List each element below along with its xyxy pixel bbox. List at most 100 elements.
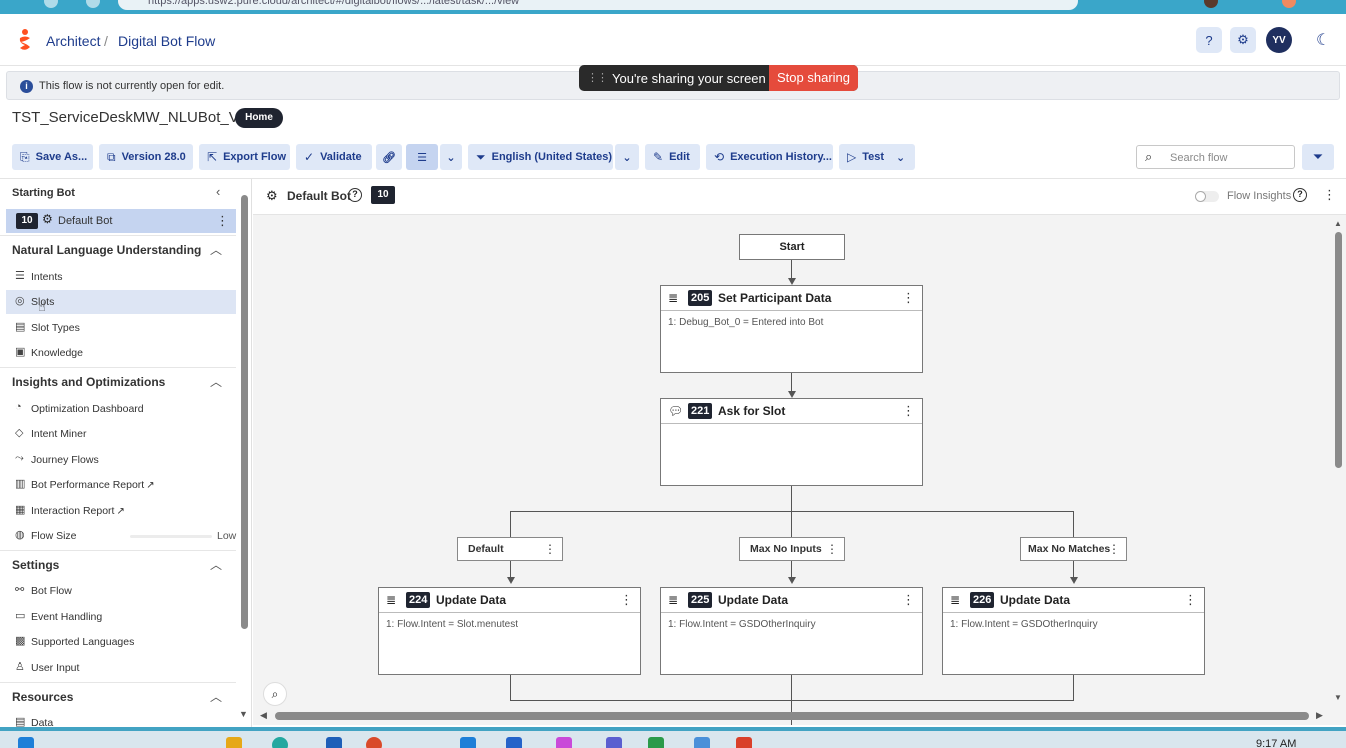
- stop-sharing-button[interactable]: Stop sharing: [769, 65, 858, 91]
- path-default[interactable]: Default ⋮: [457, 537, 563, 561]
- settings-button[interactable]: ⚙: [1230, 27, 1256, 53]
- collapse-sidebar-icon[interactable]: ‹: [216, 184, 220, 199]
- edit-button[interactable]: ✎ Edit: [645, 144, 700, 170]
- drag-handle-icon[interactable]: ⋮⋮: [587, 71, 608, 84]
- chevron-up-icon[interactable]: ︿: [210, 556, 222, 573]
- help-button[interactable]: ?: [1196, 27, 1222, 53]
- flow-node-update-data-224[interactable]: ≣ 224 Update Data ⋮ 1: Flow.Intent = Slo…: [378, 587, 641, 675]
- teams-icon[interactable]: [606, 737, 622, 748]
- sidebar-item-label: Bot Performance Report ↗: [31, 479, 155, 491]
- scroll-down-icon[interactable]: ▼: [239, 709, 248, 719]
- execution-history-button[interactable]: ⟲ Execution History...: [706, 144, 833, 170]
- app-icon[interactable]: [460, 737, 476, 748]
- more-vertical-icon[interactable]: ⋮: [902, 403, 915, 419]
- more-vertical-icon[interactable]: ⋮: [544, 538, 556, 560]
- flow-node-update-data-226[interactable]: ≣ 226 Update Data ⋮ 1: Flow.Intent = GSD…: [942, 587, 1205, 675]
- file-explorer-icon[interactable]: [226, 737, 242, 748]
- scroll-up-icon[interactable]: ▲: [1334, 219, 1342, 228]
- start-node[interactable]: Start: [739, 234, 845, 260]
- language-filter-button[interactable]: ⏷ English (United States): [468, 144, 613, 170]
- sidebar-item-journey-flows[interactable]: ⤳ Journey Flows: [6, 448, 236, 472]
- path-max-no-matches[interactable]: Max No Matches ⋮: [1020, 537, 1127, 561]
- browser-nav-icon[interactable]: [44, 0, 58, 8]
- more-vertical-icon[interactable]: ⋮: [216, 213, 229, 229]
- node-number: 224: [406, 592, 431, 608]
- app-icon[interactable]: [736, 737, 752, 748]
- export-flow-button[interactable]: ⇱ Export Flow: [199, 144, 290, 170]
- sidebar-item-default-bot[interactable]: 10 ⚙ Default Bot ⋮: [6, 209, 236, 233]
- filter-button[interactable]: ⏷: [1302, 144, 1334, 170]
- flow-node-ask-for-slot[interactable]: 💬︎ 221 Ask for Slot ⋮: [660, 398, 923, 486]
- section-insights[interactable]: Insights and Optimizations ︿: [0, 367, 236, 395]
- sidebar-item-user-input[interactable]: ♙ User Input: [6, 656, 236, 680]
- canvas-vertical-scrollbar[interactable]: [1335, 232, 1342, 468]
- test-button[interactable]: ▷ Test ⌄: [839, 144, 915, 170]
- search-flow-input[interactable]: ⌕ Search flow: [1136, 145, 1295, 169]
- sidebar-item-event-handling[interactable]: ▭ Event Handling: [6, 605, 236, 629]
- arrow-icon: [788, 577, 796, 584]
- list-view-button[interactable]: ☰: [406, 144, 438, 170]
- section-resources[interactable]: Resources ︿: [0, 682, 236, 710]
- link-button[interactable]: 🔗︎: [376, 144, 402, 170]
- genesys-logo-icon[interactable]: [14, 28, 36, 54]
- scroll-right-icon[interactable]: ▶: [1316, 710, 1323, 721]
- path-max-no-inputs[interactable]: Max No Inputs ⋮: [739, 537, 845, 561]
- more-vertical-icon[interactable]: ⋮: [1108, 538, 1120, 560]
- outlook-icon[interactable]: [326, 737, 342, 748]
- moon-icon[interactable]: ☾: [1316, 30, 1330, 50]
- sidebar-item-optimization-dashboard[interactable]: ◔ Optimization Dashboard: [6, 397, 236, 421]
- sidebar-item-intent-miner[interactable]: ◇ Intent Miner: [6, 422, 236, 446]
- sidebar-item-intents[interactable]: ☰ Intents: [6, 265, 236, 289]
- browser-icon[interactable]: [272, 737, 288, 748]
- section-settings[interactable]: Settings ︿: [0, 550, 236, 578]
- flow-canvas[interactable]: Start ≣ 205 Set Participant Data ⋮ 1: De…: [253, 215, 1346, 725]
- help-icon[interactable]: ?: [348, 188, 362, 202]
- sidebar-item-interaction-report[interactable]: ▦ Interaction Report ↗: [6, 499, 236, 523]
- app-icon[interactable]: [506, 737, 522, 748]
- section-nlu[interactable]: Natural Language Understanding ︿: [0, 235, 236, 263]
- flow-node-update-data-225[interactable]: ≣ 225 Update Data ⋮ 1: Flow.Intent = GSD…: [660, 587, 923, 675]
- profile-avatar[interactable]: [1204, 0, 1218, 8]
- breadcrumb-architect[interactable]: Architect: [46, 33, 100, 49]
- canvas-horizontal-scrollbar[interactable]: [275, 712, 1309, 720]
- sidebar-scrollbar[interactable]: [241, 195, 248, 629]
- more-vertical-icon[interactable]: ⋮: [1323, 187, 1336, 203]
- validate-button[interactable]: ✓ Validate: [296, 144, 372, 170]
- sidebar-item-bot-flow[interactable]: ⚯ Bot Flow: [6, 579, 236, 603]
- save-as-button[interactable]: ⎘ Save As...: [12, 144, 93, 170]
- extension-icon[interactable]: [1282, 0, 1296, 8]
- sidebar-item-slot-types[interactable]: ▤ Slot Types: [6, 316, 236, 340]
- scroll-down-icon[interactable]: ▼: [1334, 693, 1342, 702]
- app-icon[interactable]: [556, 737, 572, 748]
- language-label: English (United States): [491, 151, 613, 163]
- more-vertical-icon[interactable]: ⋮: [902, 592, 915, 608]
- sidebar-item-supported-languages[interactable]: ▩ Supported Languages: [6, 630, 236, 654]
- excel-icon[interactable]: [648, 737, 664, 748]
- browser-apps-icon[interactable]: [86, 0, 100, 8]
- chevron-up-icon[interactable]: ︿: [210, 373, 222, 390]
- chevron-up-icon[interactable]: ︿: [210, 241, 222, 258]
- history-icon: ⟲: [714, 150, 725, 164]
- version-button[interactable]: ⧉ Version 28.0: [99, 144, 193, 170]
- language-dropdown-button[interactable]: ⌄: [615, 144, 639, 170]
- view-dropdown-button[interactable]: ⌄: [440, 144, 462, 170]
- flow-insights-toggle[interactable]: [1195, 191, 1219, 202]
- more-vertical-icon[interactable]: ⋮: [826, 538, 838, 560]
- screen-share-bar: ⋮⋮ You're sharing your screen Stop shari…: [579, 65, 858, 91]
- address-bar[interactable]: https://apps.usw2.pure.cloud/architect/#…: [118, 0, 1078, 10]
- sidebar-item-bot-performance-report[interactable]: ▥ Bot Performance Report ↗: [6, 473, 236, 497]
- start-menu-icon[interactable]: [18, 737, 34, 748]
- chevron-up-icon[interactable]: ︿: [210, 688, 222, 705]
- more-vertical-icon[interactable]: ⋮: [902, 290, 915, 306]
- more-vertical-icon[interactable]: ⋮: [1184, 592, 1197, 608]
- user-avatar[interactable]: YV: [1266, 27, 1292, 53]
- app-icon[interactable]: [694, 737, 710, 748]
- help-icon[interactable]: ?: [1293, 188, 1307, 202]
- sidebar-item-knowledge[interactable]: ▣ Knowledge: [6, 341, 236, 365]
- more-vertical-icon[interactable]: ⋮: [620, 592, 633, 608]
- app-icon[interactable]: [366, 737, 382, 748]
- zoom-search-button[interactable]: ⌕: [263, 682, 287, 706]
- flow-node-set-participant-data[interactable]: ≣ 205 Set Participant Data ⋮ 1: Debug_Bo…: [660, 285, 923, 373]
- scroll-left-icon[interactable]: ◀: [260, 710, 267, 721]
- sidebar-item-data[interactable]: ▤ Data: [6, 711, 236, 727]
